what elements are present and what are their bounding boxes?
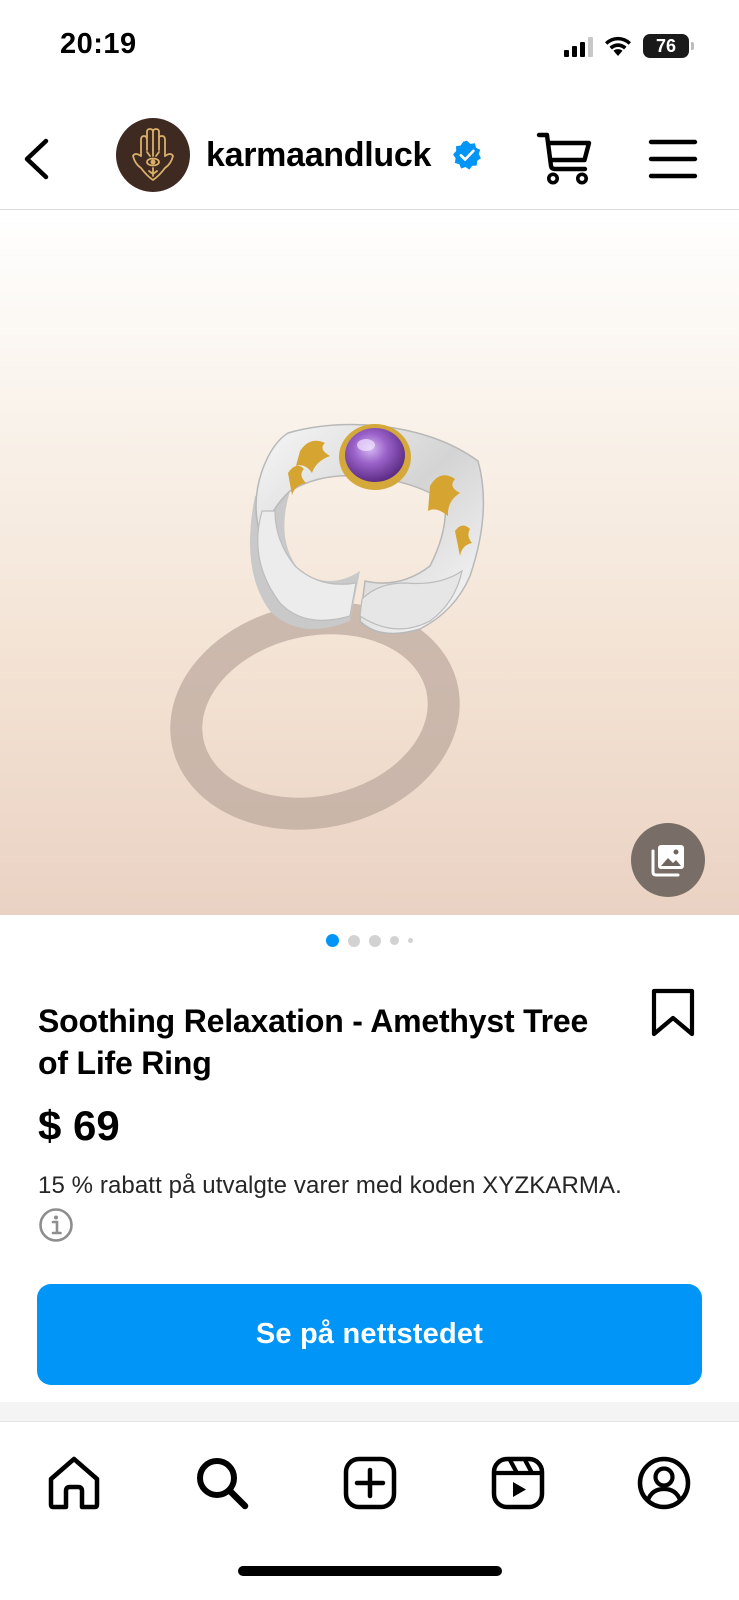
carousel-dot — [369, 934, 381, 947]
wifi-icon — [605, 36, 631, 56]
avatar[interactable] — [116, 118, 190, 192]
bookmark-icon — [651, 988, 695, 1037]
username[interactable]: karmaandluck — [206, 136, 431, 175]
nav-create[interactable] — [340, 1453, 400, 1513]
section-divider — [0, 1402, 739, 1422]
verified-badge-icon — [453, 140, 481, 170]
carousel-dots — [0, 934, 739, 947]
nav-home[interactable] — [44, 1453, 104, 1513]
status-icons: 76 — [564, 32, 694, 60]
cellular-signal-icon — [564, 35, 593, 57]
home-icon — [48, 1456, 100, 1510]
hamburger-menu-icon — [648, 139, 698, 179]
cart-icon — [536, 132, 592, 185]
nav-profile[interactable] — [634, 1453, 694, 1513]
home-indicator — [238, 1566, 502, 1576]
product-price: $ 69 — [38, 1102, 120, 1149]
search-icon — [197, 1458, 249, 1510]
product-title: Soothing Relaxation - Amethyst Tree of L… — [38, 1003, 589, 1081]
product-image[interactable] — [0, 211, 739, 915]
cart-button[interactable] — [536, 130, 594, 186]
carousel-dot — [348, 934, 360, 947]
carousel-dot — [408, 938, 413, 943]
profile-header: karmaandluck — [0, 110, 739, 210]
gallery-button[interactable] — [631, 823, 705, 897]
carousel-dot-active — [326, 934, 339, 947]
back-arrow-icon — [24, 138, 49, 180]
save-button[interactable] — [650, 988, 696, 1038]
nav-search[interactable] — [192, 1453, 252, 1513]
info-button[interactable] — [38, 1207, 74, 1243]
menu-button[interactable] — [648, 138, 698, 180]
battery-level: 76 — [655, 35, 677, 56]
promo-text: 15 % rabatt på utvalgte varer med koden … — [38, 1172, 622, 1199]
profile-icon — [637, 1456, 691, 1510]
back-button[interactable] — [18, 135, 58, 183]
status-time: 20:19 — [60, 28, 137, 60]
status-bar: 20:19 76 — [0, 0, 739, 92]
create-post-icon — [343, 1456, 397, 1510]
view-website-button[interactable]: Se på nettstedet — [37, 1284, 702, 1385]
nav-reels[interactable] — [488, 1453, 548, 1513]
image-gallery-icon — [651, 845, 684, 877]
hamsa-hand-logo — [132, 128, 174, 181]
battery-icon: 76 — [643, 34, 694, 58]
info-icon — [39, 1208, 73, 1242]
reels-icon — [491, 1456, 545, 1510]
ring-photo — [170, 423, 485, 830]
carousel-dot — [390, 936, 399, 945]
